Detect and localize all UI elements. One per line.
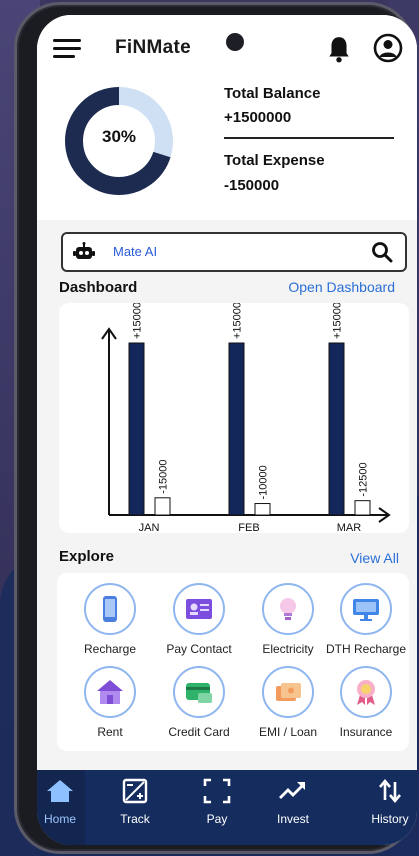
explore-label: Recharge bbox=[83, 642, 137, 656]
robot-icon bbox=[73, 242, 95, 259]
explore-dth-recharge[interactable]: DTH Recharge bbox=[321, 583, 411, 656]
nav-track[interactable]: Track bbox=[100, 778, 170, 826]
nav-label: Home bbox=[43, 812, 76, 826]
open-dashboard-link[interactable]: Open Dashboard bbox=[288, 279, 395, 295]
bar-chart: +150000 -15000 JAN +150000 -10000 FEB +150000 -… bbox=[101, 303, 391, 533]
contact-card-icon bbox=[186, 599, 212, 619]
cash-icon bbox=[276, 683, 301, 701]
app-title: FiNMate bbox=[115, 37, 191, 58]
bar-jan-series1 bbox=[128, 342, 145, 516]
total-expense-value: -150000 bbox=[224, 177, 280, 194]
explore-rent[interactable]: Rent bbox=[65, 666, 155, 739]
explore-pay-contact[interactable]: Pay Contact bbox=[154, 583, 244, 656]
dashboard-chart: +150000 -15000 JAN +150000 -10000 FEB +150000 -… bbox=[59, 303, 409, 533]
donut-percent-label: 30% bbox=[101, 127, 137, 146]
nav-history[interactable]: History bbox=[355, 778, 417, 826]
front-camera bbox=[226, 33, 244, 51]
explore-label: Pay Contact bbox=[166, 642, 232, 656]
house-icon bbox=[97, 680, 123, 704]
explore-title: Explore bbox=[59, 548, 115, 565]
credit-card-icon bbox=[186, 683, 212, 703]
x-tick-label: JAN bbox=[139, 522, 160, 533]
bar-value-label: -10000 bbox=[258, 465, 270, 499]
explore-label: Credit Card bbox=[168, 725, 230, 739]
x-tick-label: FEB bbox=[238, 522, 259, 533]
home-icon bbox=[47, 780, 73, 802]
explore-recharge[interactable]: Recharge bbox=[65, 583, 155, 656]
explore-insurance[interactable]: Insurance bbox=[321, 666, 411, 739]
total-balance-value: +1500000 bbox=[224, 109, 292, 126]
bar-jan-series2 bbox=[154, 497, 171, 516]
view-all-link[interactable]: View All bbox=[350, 550, 399, 566]
menu-icon[interactable] bbox=[53, 39, 81, 59]
explore-label: Electricity bbox=[262, 642, 314, 656]
bulb-icon bbox=[280, 598, 296, 620]
bar-value-label: -15000 bbox=[158, 460, 170, 494]
bottom-nav: Home Track Pay Invest History bbox=[37, 770, 417, 845]
nav-label: Track bbox=[120, 812, 150, 826]
profile-icon[interactable] bbox=[373, 33, 403, 63]
bar-value-label: +150000 bbox=[332, 303, 344, 339]
history-icon bbox=[379, 778, 401, 804]
tv-icon bbox=[353, 599, 379, 621]
summary-divider bbox=[224, 137, 394, 139]
explore-label: EMI / Loan bbox=[258, 725, 318, 739]
nav-pay[interactable]: Pay bbox=[182, 778, 252, 826]
explore-electricity[interactable]: Electricity bbox=[243, 583, 333, 656]
bar-mar-series1 bbox=[328, 342, 345, 516]
mate-ai-search[interactable]: Mate AI bbox=[61, 232, 407, 272]
x-tick-label: MAR bbox=[337, 522, 362, 533]
bar-feb-series1 bbox=[228, 342, 245, 516]
phone-frame: FiNMate 30% Total Balance +1500000 Total… bbox=[14, 2, 417, 854]
bar-mar-series2 bbox=[354, 500, 371, 516]
search-label: Mate AI bbox=[113, 244, 158, 259]
explore-emi-loan[interactable]: EMI / Loan bbox=[243, 666, 333, 739]
nav-home[interactable]: Home bbox=[37, 778, 95, 826]
explore-label: Insurance bbox=[339, 725, 393, 739]
bar-feb-series2 bbox=[254, 503, 271, 516]
trend-icon bbox=[279, 782, 305, 799]
nav-label: History bbox=[371, 812, 409, 826]
nav-label: Invest bbox=[276, 812, 309, 826]
nav-label: Pay bbox=[206, 812, 228, 826]
total-expense-label: Total Expense bbox=[224, 152, 325, 169]
scan-icon bbox=[203, 778, 231, 804]
explore-label: DTH Recharge bbox=[325, 642, 407, 656]
search-icon[interactable] bbox=[371, 241, 393, 263]
track-icon bbox=[122, 778, 148, 804]
dashboard-title: Dashboard bbox=[59, 279, 138, 296]
explore-grid: Recharge Pay Contact Electricity DTH Rec… bbox=[57, 573, 409, 751]
explore-label: Rent bbox=[97, 725, 123, 739]
explore-credit-card[interactable]: Credit Card bbox=[154, 666, 244, 739]
bar-value-label: -12500 bbox=[358, 462, 370, 496]
phone-icon bbox=[103, 596, 117, 622]
total-balance-label: Total Balance bbox=[224, 85, 321, 102]
bar-value-label: +150000 bbox=[232, 303, 244, 339]
nav-invest[interactable]: Invest bbox=[258, 778, 328, 826]
bar-value-label: +150000 bbox=[132, 303, 144, 339]
app-screen: FiNMate 30% Total Balance +1500000 Total… bbox=[37, 15, 417, 845]
bell-icon[interactable] bbox=[326, 35, 352, 63]
badge-icon bbox=[357, 680, 375, 705]
